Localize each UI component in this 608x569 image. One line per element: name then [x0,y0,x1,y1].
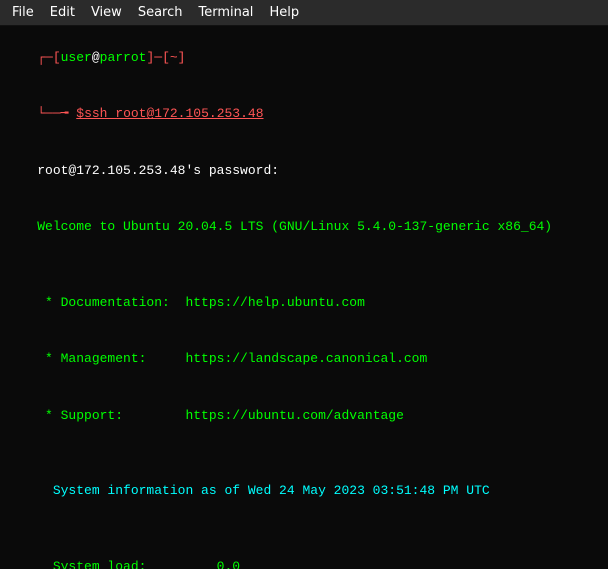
blank1 [6,256,602,275]
mgmt-url: https://landscape.canonical.com [146,351,427,366]
prompt-user: user [61,50,92,65]
menu-file[interactable]: File [4,3,42,22]
sysinfo-text: System information as of Wed 24 May 2023… [37,483,489,498]
terminal-area[interactable]: ┌─[user@parrot]─[~] └──╼ $ssh root@172.1… [0,26,608,569]
support-url: https://ubuntu.com/advantage [123,408,404,423]
sysinfo-line: System information as of Wed 24 May 2023… [6,463,602,520]
blank2 [6,445,602,464]
menu-search[interactable]: Search [130,3,191,22]
sysload-val: 0.0 [146,559,240,569]
sysload-label: System load: [37,559,146,569]
doc-url: https://help.ubuntu.com [170,295,365,310]
menu-edit[interactable]: Edit [42,3,83,22]
menu-bar: File Edit View Search Terminal Help [0,0,608,26]
prompt-host: parrot [100,50,147,65]
welcome-line: Welcome to Ubuntu 20.04.5 LTS (GNU/Linux… [6,200,602,257]
welcome-text: Welcome to Ubuntu 20.04.5 LTS (GNU/Linux… [37,219,552,234]
menu-terminal[interactable]: Terminal [190,3,261,22]
mgmt-line: * Management: https://landscape.canonica… [6,332,602,389]
password-prompt-line: root@172.105.253.48's password: [6,143,602,200]
prompt-bracket-open: ┌─[ [37,50,60,65]
mgmt-label: * Management: [37,351,146,366]
prompt-bracket-close: ]─[~] [146,50,185,65]
support-line: * Support: https://ubuntu.com/advantage [6,388,602,445]
doc-line: * Documentation: https://help.ubuntu.com [6,275,602,332]
prompt-arrow: └──╼ [37,106,76,121]
password-prompt-text: root@172.105.253.48's password: [37,163,279,178]
blank3 [6,520,602,539]
ssh-command: $ssh root@172.105.253.48 [76,106,263,121]
doc-label: * Documentation: [37,295,170,310]
menu-help[interactable]: Help [261,3,307,22]
support-label: * Support: [37,408,123,423]
sysload-line: System load: 0.0 [6,539,602,569]
menu-view[interactable]: View [83,3,130,22]
prompt-at: @ [92,50,100,65]
prompt-line2: └──╼ $ssh root@172.105.253.48 [6,87,602,144]
prompt-line1: ┌─[user@parrot]─[~] [6,30,602,87]
